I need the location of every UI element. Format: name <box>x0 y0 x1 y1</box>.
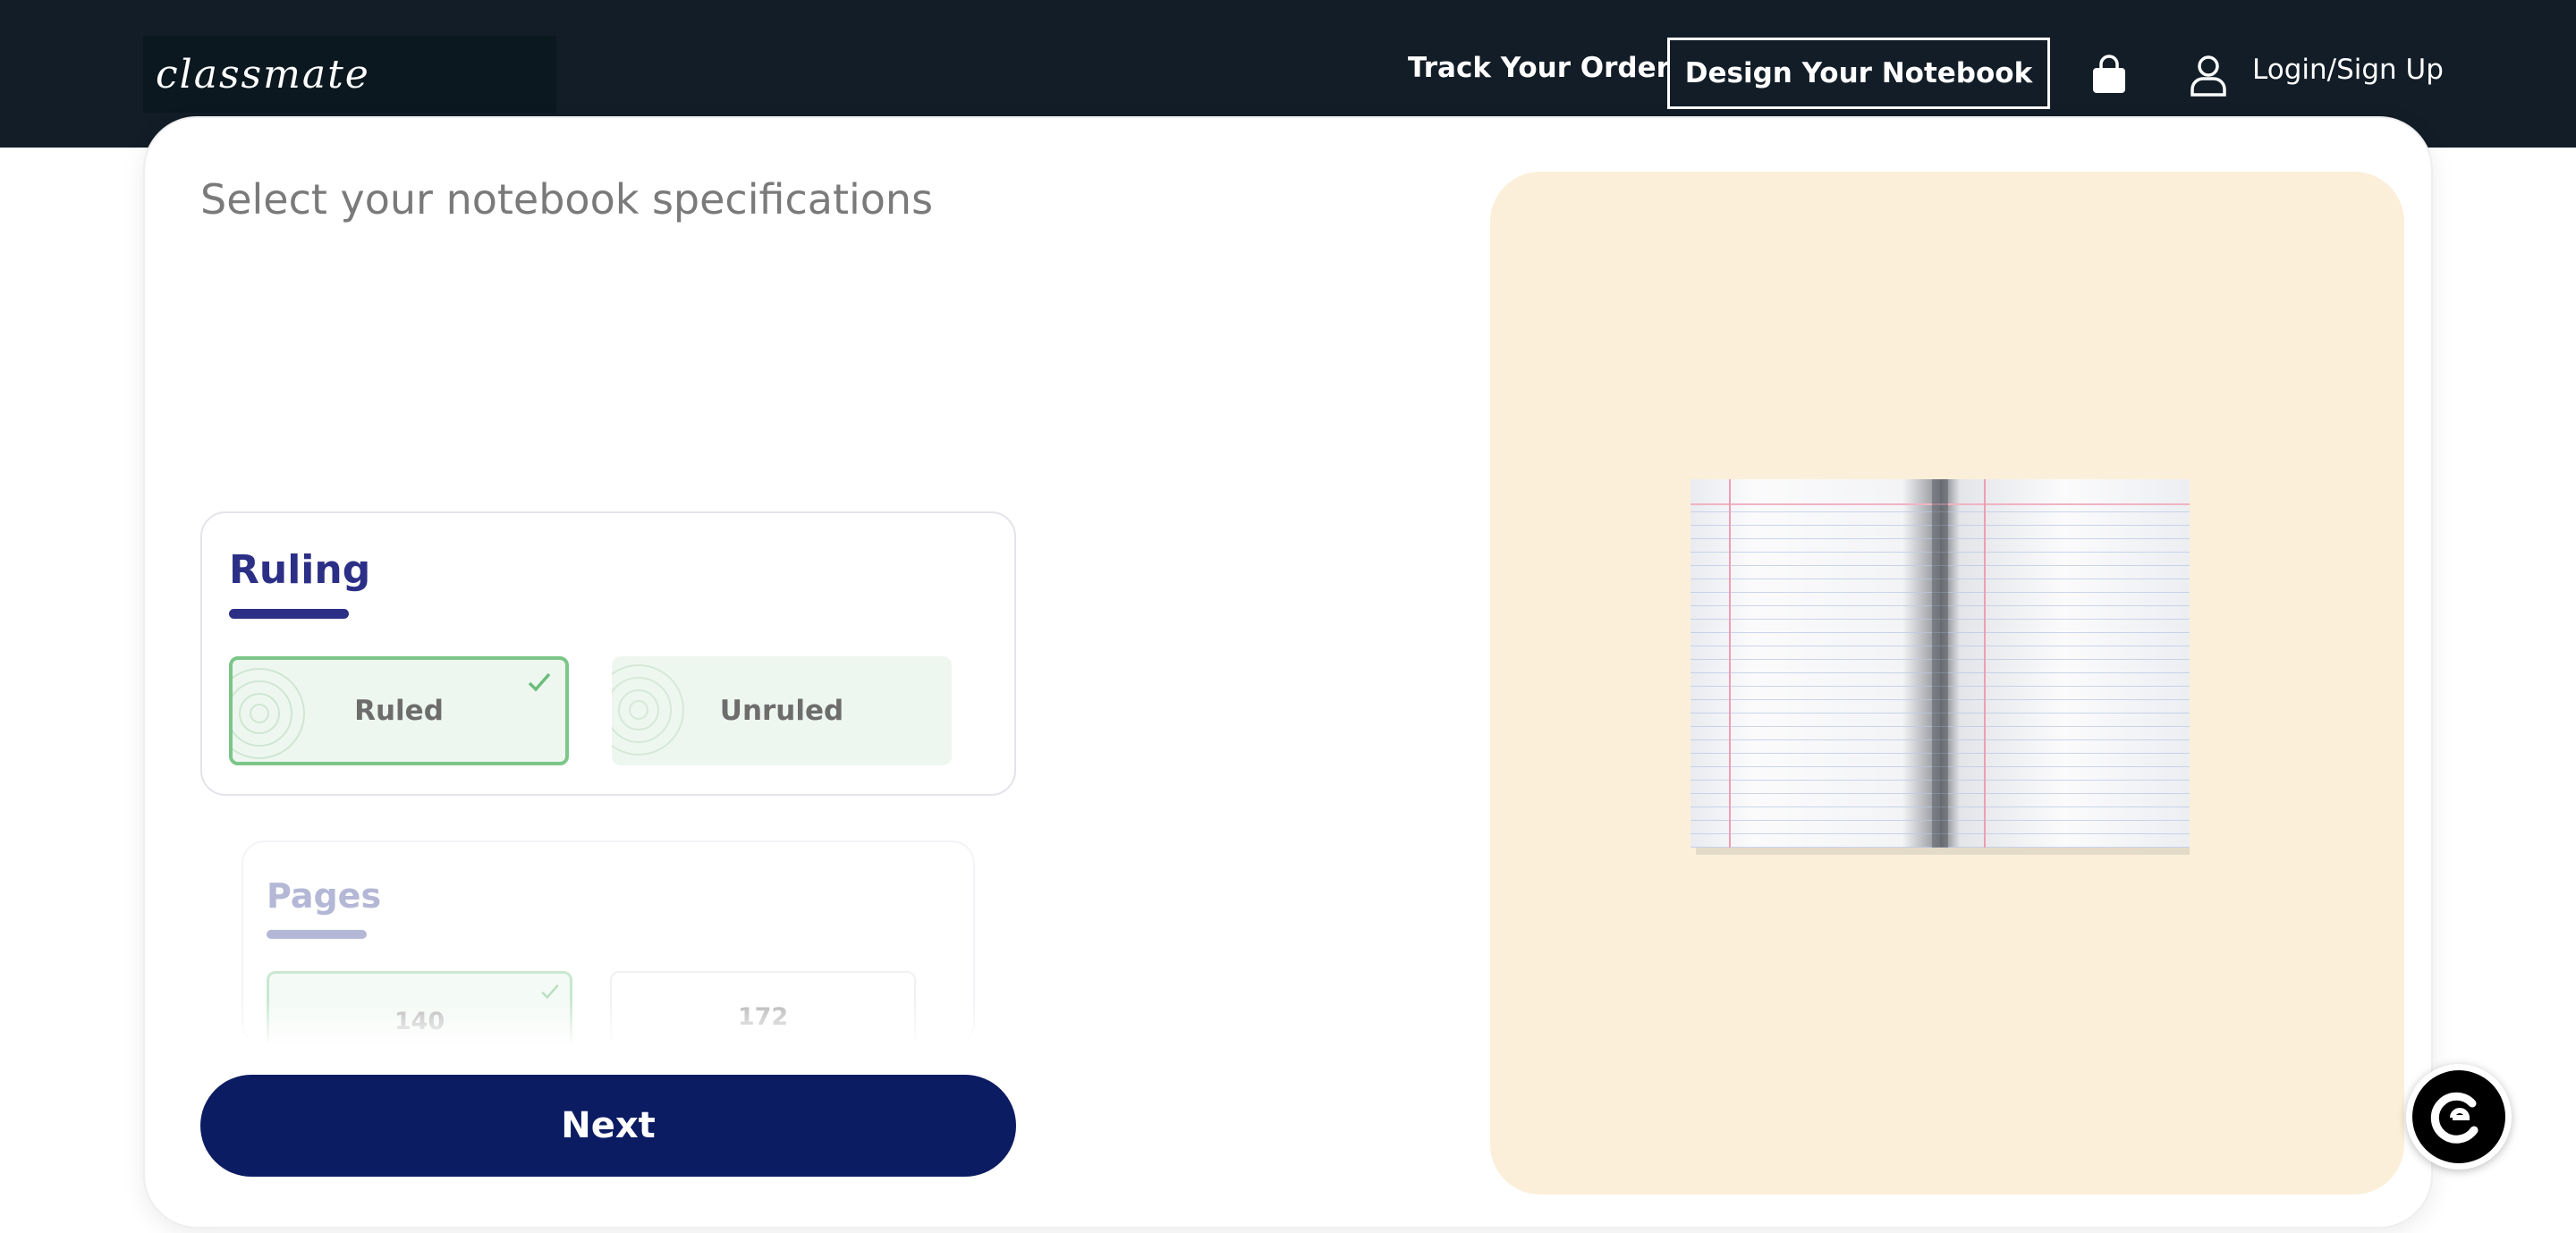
scroll-fade <box>215 1001 1020 1046</box>
option-ruled[interactable]: Ruled <box>229 656 569 765</box>
chat-widget-button[interactable] <box>2406 1064 2512 1170</box>
ruling-underline <box>229 609 349 619</box>
next-button[interactable]: Next <box>200 1075 1016 1177</box>
option-ruled-label: Ruled <box>354 695 444 727</box>
ruling-heading: Ruling <box>229 547 371 593</box>
pages-heading: Pages <box>267 876 382 916</box>
chat-logo-icon <box>2412 1070 2505 1163</box>
check-icon <box>541 984 559 1000</box>
user-icon[interactable] <box>2188 54 2229 97</box>
notebook-preview-image <box>1690 479 2190 855</box>
option-unruled[interactable]: Unruled <box>612 656 952 765</box>
logo-text: classmate <box>156 51 370 97</box>
login-signup-link[interactable]: Login/Sign Up <box>2252 54 2444 86</box>
swirl-icon <box>612 664 684 756</box>
swirl-icon <box>233 668 305 759</box>
check-icon <box>528 672 551 692</box>
nav-design-notebook[interactable]: Design Your Notebook <box>1667 38 2050 109</box>
chat-glyph-icon <box>2430 1092 2479 1144</box>
pages-underline <box>267 930 367 939</box>
bag-icon[interactable] <box>2089 54 2129 95</box>
brand-logo[interactable]: classmate <box>143 36 556 113</box>
option-unruled-label: Unruled <box>719 695 844 727</box>
page-title: Select your notebook specifications <box>200 175 934 224</box>
nav-track-order[interactable]: Track Your Order <box>1408 52 1670 84</box>
